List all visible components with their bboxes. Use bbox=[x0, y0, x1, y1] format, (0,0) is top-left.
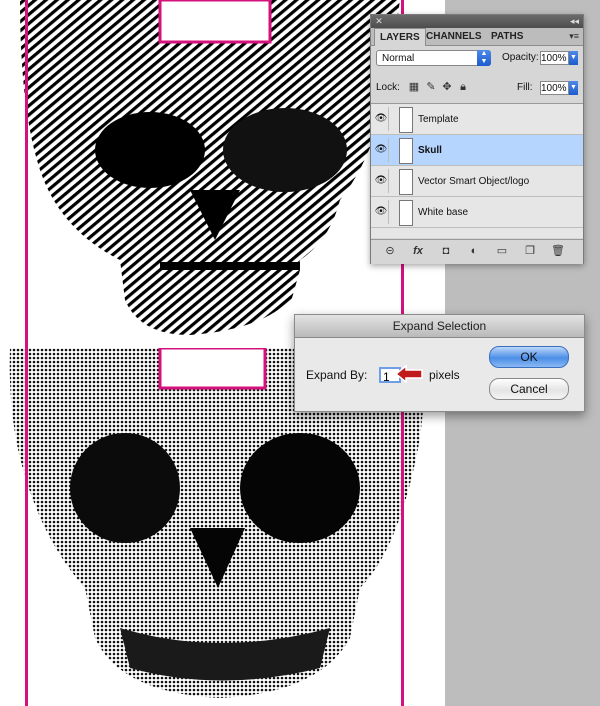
expand-by-label: Expand By: bbox=[306, 368, 368, 382]
adjustment-icon[interactable]: ◐ bbox=[467, 244, 481, 258]
mask-icon[interactable]: ◘ bbox=[439, 244, 453, 258]
layer-thumbnail bbox=[399, 200, 413, 226]
layer-list: 👁︎ Template 👁︎ Skull 👁︎ Vector Smart Obj… bbox=[371, 103, 583, 238]
layer-thumbnail bbox=[399, 138, 413, 164]
lock-transparency-icon[interactable]: ▦ bbox=[408, 81, 420, 93]
panel-menu-icon[interactable]: ▾≡ bbox=[569, 28, 579, 45]
eye-icon[interactable]: 👁︎ bbox=[374, 169, 389, 193]
layer-name: White base bbox=[418, 207, 469, 218]
blend-row: Normal ▲ ▼ Opacity: 100% ▼ bbox=[376, 50, 578, 68]
expand-selection-dialog: Expand Selection Expand By: 1 pixels OK … bbox=[294, 314, 585, 412]
link-icon[interactable]: ⊝ bbox=[383, 244, 397, 258]
lock-label: Lock: bbox=[376, 82, 400, 93]
cancel-button[interactable]: Cancel bbox=[489, 378, 569, 400]
layer-name: Vector Smart Object/logo bbox=[418, 176, 530, 187]
layers-panel: ✕ ◂◂ LAYERS CHANNELS PATHS ▾≡ Normal ▲ ▼ … bbox=[370, 14, 584, 264]
fill-arrow-icon[interactable]: ▼ bbox=[569, 81, 578, 95]
select-arrows-icon: ▲ ▼ bbox=[477, 50, 491, 66]
opacity-input[interactable]: 100% bbox=[540, 51, 569, 65]
layer-row-vector-smart-object[interactable]: 👁︎ Vector Smart Object/logo bbox=[371, 166, 583, 197]
close-icon[interactable]: ✕ bbox=[374, 16, 384, 26]
units-label: pixels bbox=[429, 368, 460, 382]
eye-icon[interactable]: 👁︎ bbox=[374, 200, 389, 224]
dialog-title[interactable]: Expand Selection bbox=[295, 315, 584, 338]
red-arrow-icon bbox=[395, 365, 423, 383]
blend-mode-value: Normal bbox=[382, 53, 415, 64]
panel-titlebar[interactable]: ✕ ◂◂ bbox=[371, 15, 583, 28]
opacity-arrow-icon[interactable]: ▼ bbox=[569, 51, 578, 65]
guide-line-left bbox=[25, 0, 28, 706]
eye-icon[interactable]: 👁︎ bbox=[374, 107, 389, 131]
layer-row-skull[interactable]: 👁︎ Skull bbox=[371, 135, 583, 166]
panel-footer: ⊝ fx ◘ ◐ ▭ ❐ 🗑︎ bbox=[371, 239, 583, 264]
lock-row: Lock: ▦ ✎ ✥ 🔒︎ Fill: 100% ▼ bbox=[376, 81, 578, 97]
opacity-label: Opacity: bbox=[502, 52, 539, 63]
layer-name: Skull bbox=[418, 145, 442, 156]
layer-thumbnail bbox=[399, 107, 413, 133]
lock-position-icon[interactable]: ✥ bbox=[441, 81, 453, 93]
lock-pixels-icon[interactable]: ✎ bbox=[425, 81, 437, 93]
tab-paths[interactable]: PATHS bbox=[486, 28, 528, 45]
tab-channels[interactable]: CHANNELS bbox=[421, 28, 487, 45]
new-layer-icon[interactable]: ❐ bbox=[523, 244, 537, 258]
fill-label: Fill: bbox=[517, 82, 533, 93]
fx-icon[interactable]: fx bbox=[411, 244, 425, 258]
blend-mode-select[interactable]: Normal ▲ ▼ bbox=[376, 50, 491, 66]
layer-name: Template bbox=[418, 114, 459, 125]
panel-tab-row: LAYERS CHANNELS PATHS ▾≡ bbox=[371, 28, 583, 46]
folder-icon[interactable]: ▭ bbox=[495, 244, 509, 258]
layer-row-template[interactable]: 👁︎ Template bbox=[371, 104, 583, 135]
tab-layers[interactable]: LAYERS bbox=[374, 28, 426, 46]
layer-row-white-base[interactable]: 👁︎ White base bbox=[371, 197, 583, 228]
collapse-icon[interactable]: ◂◂ bbox=[570, 15, 579, 27]
trash-icon[interactable]: 🗑︎ bbox=[551, 244, 565, 258]
eye-icon[interactable]: 👁︎ bbox=[374, 138, 389, 162]
lock-all-icon[interactable]: 🔒︎ bbox=[457, 81, 469, 93]
smart-object-thumbnail bbox=[399, 169, 413, 195]
fill-input[interactable]: 100% bbox=[540, 81, 569, 95]
ok-button[interactable]: OK bbox=[489, 346, 569, 368]
